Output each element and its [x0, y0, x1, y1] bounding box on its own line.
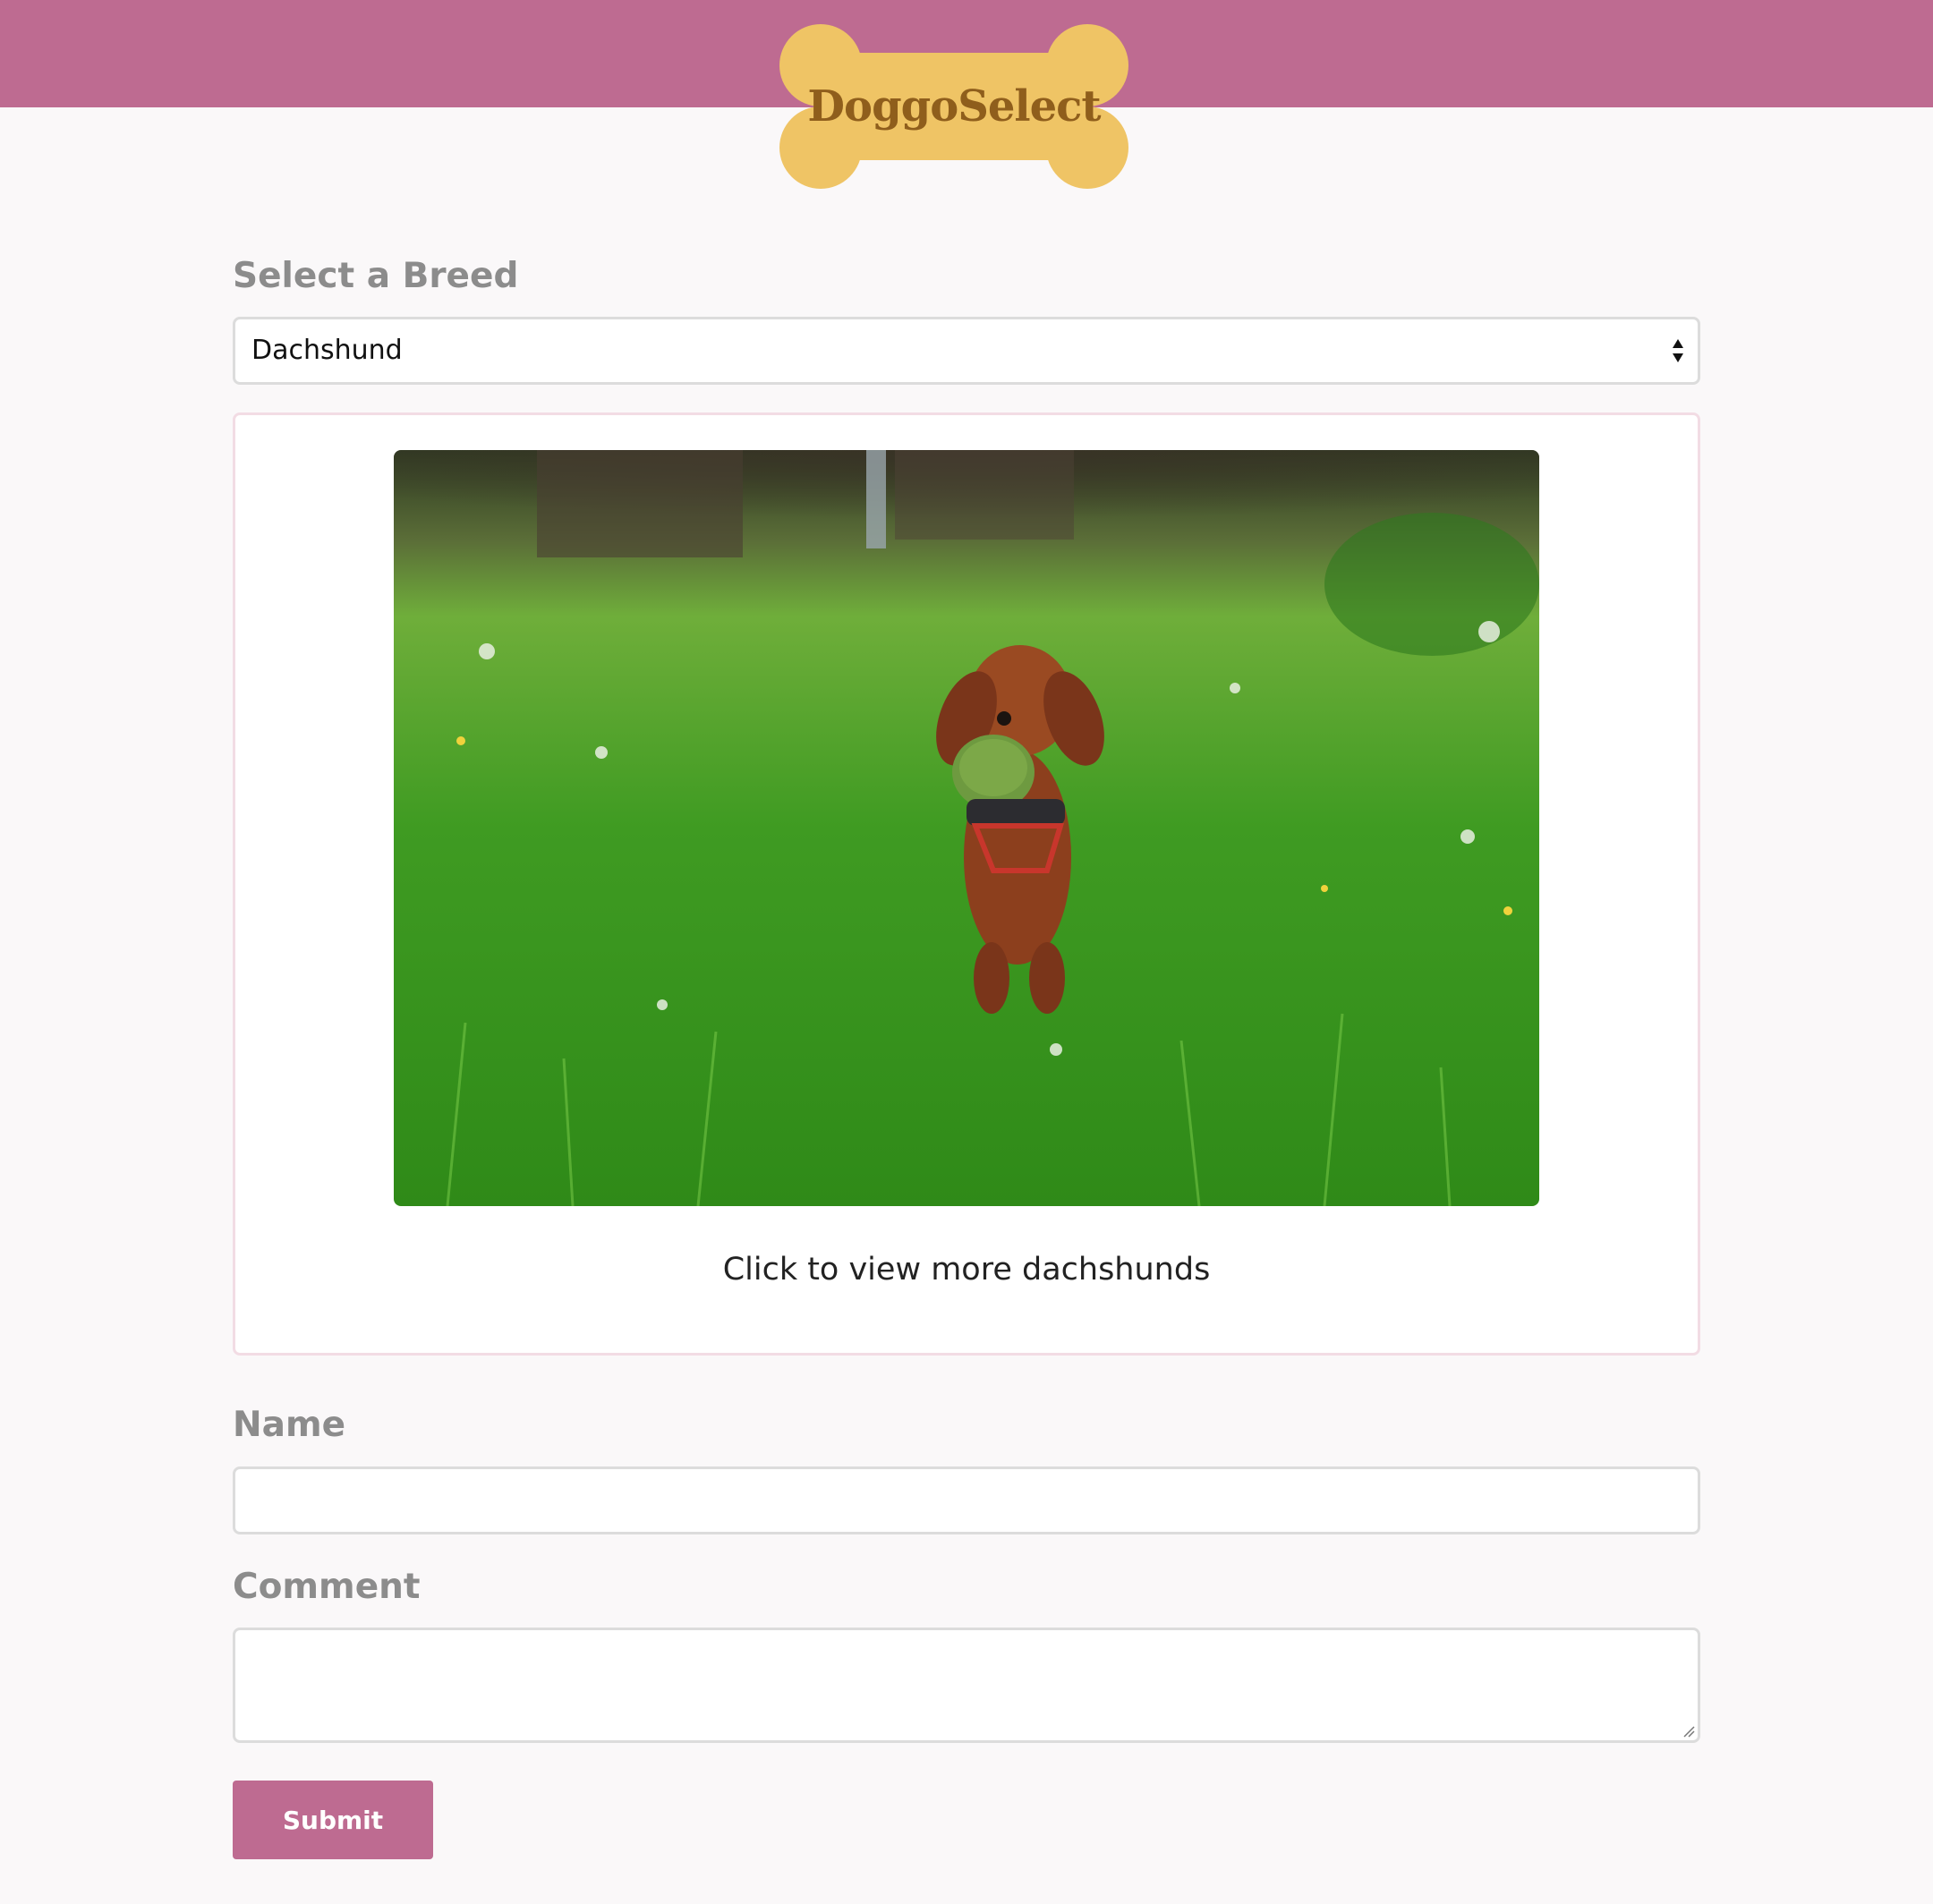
name-label: Name — [233, 1405, 346, 1445]
breed-select-value: Dachshund — [251, 335, 403, 366]
dachshund-photo-illustration — [394, 450, 1539, 1206]
comment-label: Comment — [233, 1567, 421, 1607]
name-input[interactable] — [233, 1466, 1700, 1534]
image-caption[interactable]: Click to view more dachshunds — [235, 1252, 1698, 1288]
submit-button[interactable]: Submit — [233, 1781, 433, 1859]
dachshund-photo[interactable] — [394, 450, 1539, 1206]
resize-grip-icon[interactable] — [1681, 1723, 1695, 1738]
comment-textarea[interactable] — [233, 1628, 1700, 1743]
breed-label: Select a Breed — [233, 256, 519, 296]
select-arrows-icon — [1673, 339, 1683, 362]
breed-image-card[interactable]: Click to view more dachshunds — [233, 412, 1700, 1356]
bone-logo[interactable]: DoggoSelect — [774, 24, 1134, 189]
page: DoggoSelect Select a Breed Dachshund Cli… — [0, 0, 1933, 1904]
breed-select[interactable]: Dachshund — [233, 317, 1700, 385]
brand-name: DoggoSelect — [807, 81, 1101, 132]
